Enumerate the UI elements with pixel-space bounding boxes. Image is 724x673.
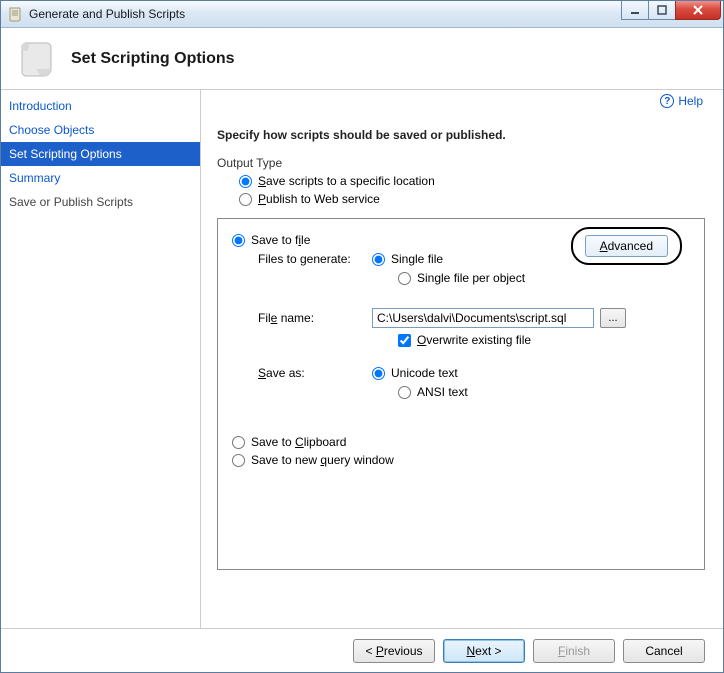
- advanced-button[interactable]: Advanced: [585, 235, 668, 257]
- close-button[interactable]: [675, 1, 721, 20]
- scroll-icon: [15, 37, 59, 81]
- files-to-generate-label: Files to generate:: [232, 252, 372, 266]
- radio-save-location[interactable]: Save scripts to a specific location: [239, 174, 705, 188]
- body: Introduction Choose Objects Set Scriptin…: [1, 90, 723, 628]
- sidebar-item-set-scripting-options[interactable]: Set Scripting Options: [1, 142, 200, 166]
- content-heading: Specify how scripts should be saved or p…: [217, 128, 705, 142]
- file-name-label: File name:: [232, 311, 372, 325]
- radio-save-location-input[interactable]: [239, 175, 252, 188]
- radio-unicode[interactable]: Unicode text: [372, 366, 458, 380]
- script-icon: [7, 6, 23, 22]
- help-label: Help: [678, 94, 703, 108]
- radio-save-to-clipboard-input[interactable]: [232, 436, 245, 449]
- checkbox-overwrite-input[interactable]: [398, 334, 411, 347]
- help-icon: ?: [660, 94, 674, 108]
- radio-ansi-input[interactable]: [398, 386, 411, 399]
- content: ? Help Specify how scripts should be sav…: [201, 90, 723, 628]
- titlebar-text: Generate and Publish Scripts: [29, 7, 185, 21]
- page-title: Set Scripting Options: [71, 50, 235, 68]
- sidebar: Introduction Choose Objects Set Scriptin…: [1, 90, 201, 628]
- header: Set Scripting Options: [1, 28, 723, 90]
- sidebar-item-introduction[interactable]: Introduction: [1, 94, 200, 118]
- save-as-label: Save as:: [232, 366, 372, 380]
- radio-unicode-input[interactable]: [372, 367, 385, 380]
- checkbox-overwrite[interactable]: Overwrite existing file: [398, 333, 690, 347]
- window-buttons: [622, 1, 721, 20]
- previous-button[interactable]: < Previous: [353, 639, 435, 663]
- radio-save-to-file-input[interactable]: [232, 234, 245, 247]
- radio-publish-web-input[interactable]: [239, 193, 252, 206]
- dialog-window: Generate and Publish Scripts Set Scripti…: [0, 0, 724, 673]
- finish-button: Finish: [533, 639, 615, 663]
- radio-single-per-object[interactable]: Single file per object: [398, 271, 690, 285]
- radio-save-to-clipboard[interactable]: Save to Clipboard: [232, 435, 690, 449]
- sidebar-item-summary[interactable]: Summary: [1, 166, 200, 190]
- maximize-button[interactable]: [648, 1, 676, 20]
- sidebar-item-choose-objects[interactable]: Choose Objects: [1, 118, 200, 142]
- radio-ansi[interactable]: ANSI text: [398, 385, 690, 399]
- browse-button[interactable]: ...: [600, 308, 626, 328]
- radio-single-per-object-input[interactable]: [398, 272, 411, 285]
- options-panel: Advanced Save to file Files to generate:…: [217, 218, 705, 570]
- sidebar-item-save-publish: Save or Publish Scripts: [1, 190, 200, 214]
- radio-save-to-query[interactable]: Save to new query window: [232, 453, 690, 467]
- minimize-button[interactable]: [621, 1, 649, 20]
- output-type-label: Output Type: [217, 156, 705, 170]
- radio-publish-web[interactable]: Publish to Web service: [239, 192, 705, 206]
- footer: < Previous Next > Finish Cancel: [1, 628, 723, 672]
- radio-single-file-input[interactable]: [372, 253, 385, 266]
- radio-save-to-query-input[interactable]: [232, 454, 245, 467]
- radio-single-file[interactable]: Single file: [372, 252, 443, 266]
- advanced-highlight: Advanced: [571, 227, 682, 265]
- file-path-input[interactable]: [372, 308, 594, 328]
- help-link[interactable]: ? Help: [660, 94, 703, 108]
- titlebar[interactable]: Generate and Publish Scripts: [1, 1, 723, 28]
- next-button[interactable]: Next >: [443, 639, 525, 663]
- cancel-button[interactable]: Cancel: [623, 639, 705, 663]
